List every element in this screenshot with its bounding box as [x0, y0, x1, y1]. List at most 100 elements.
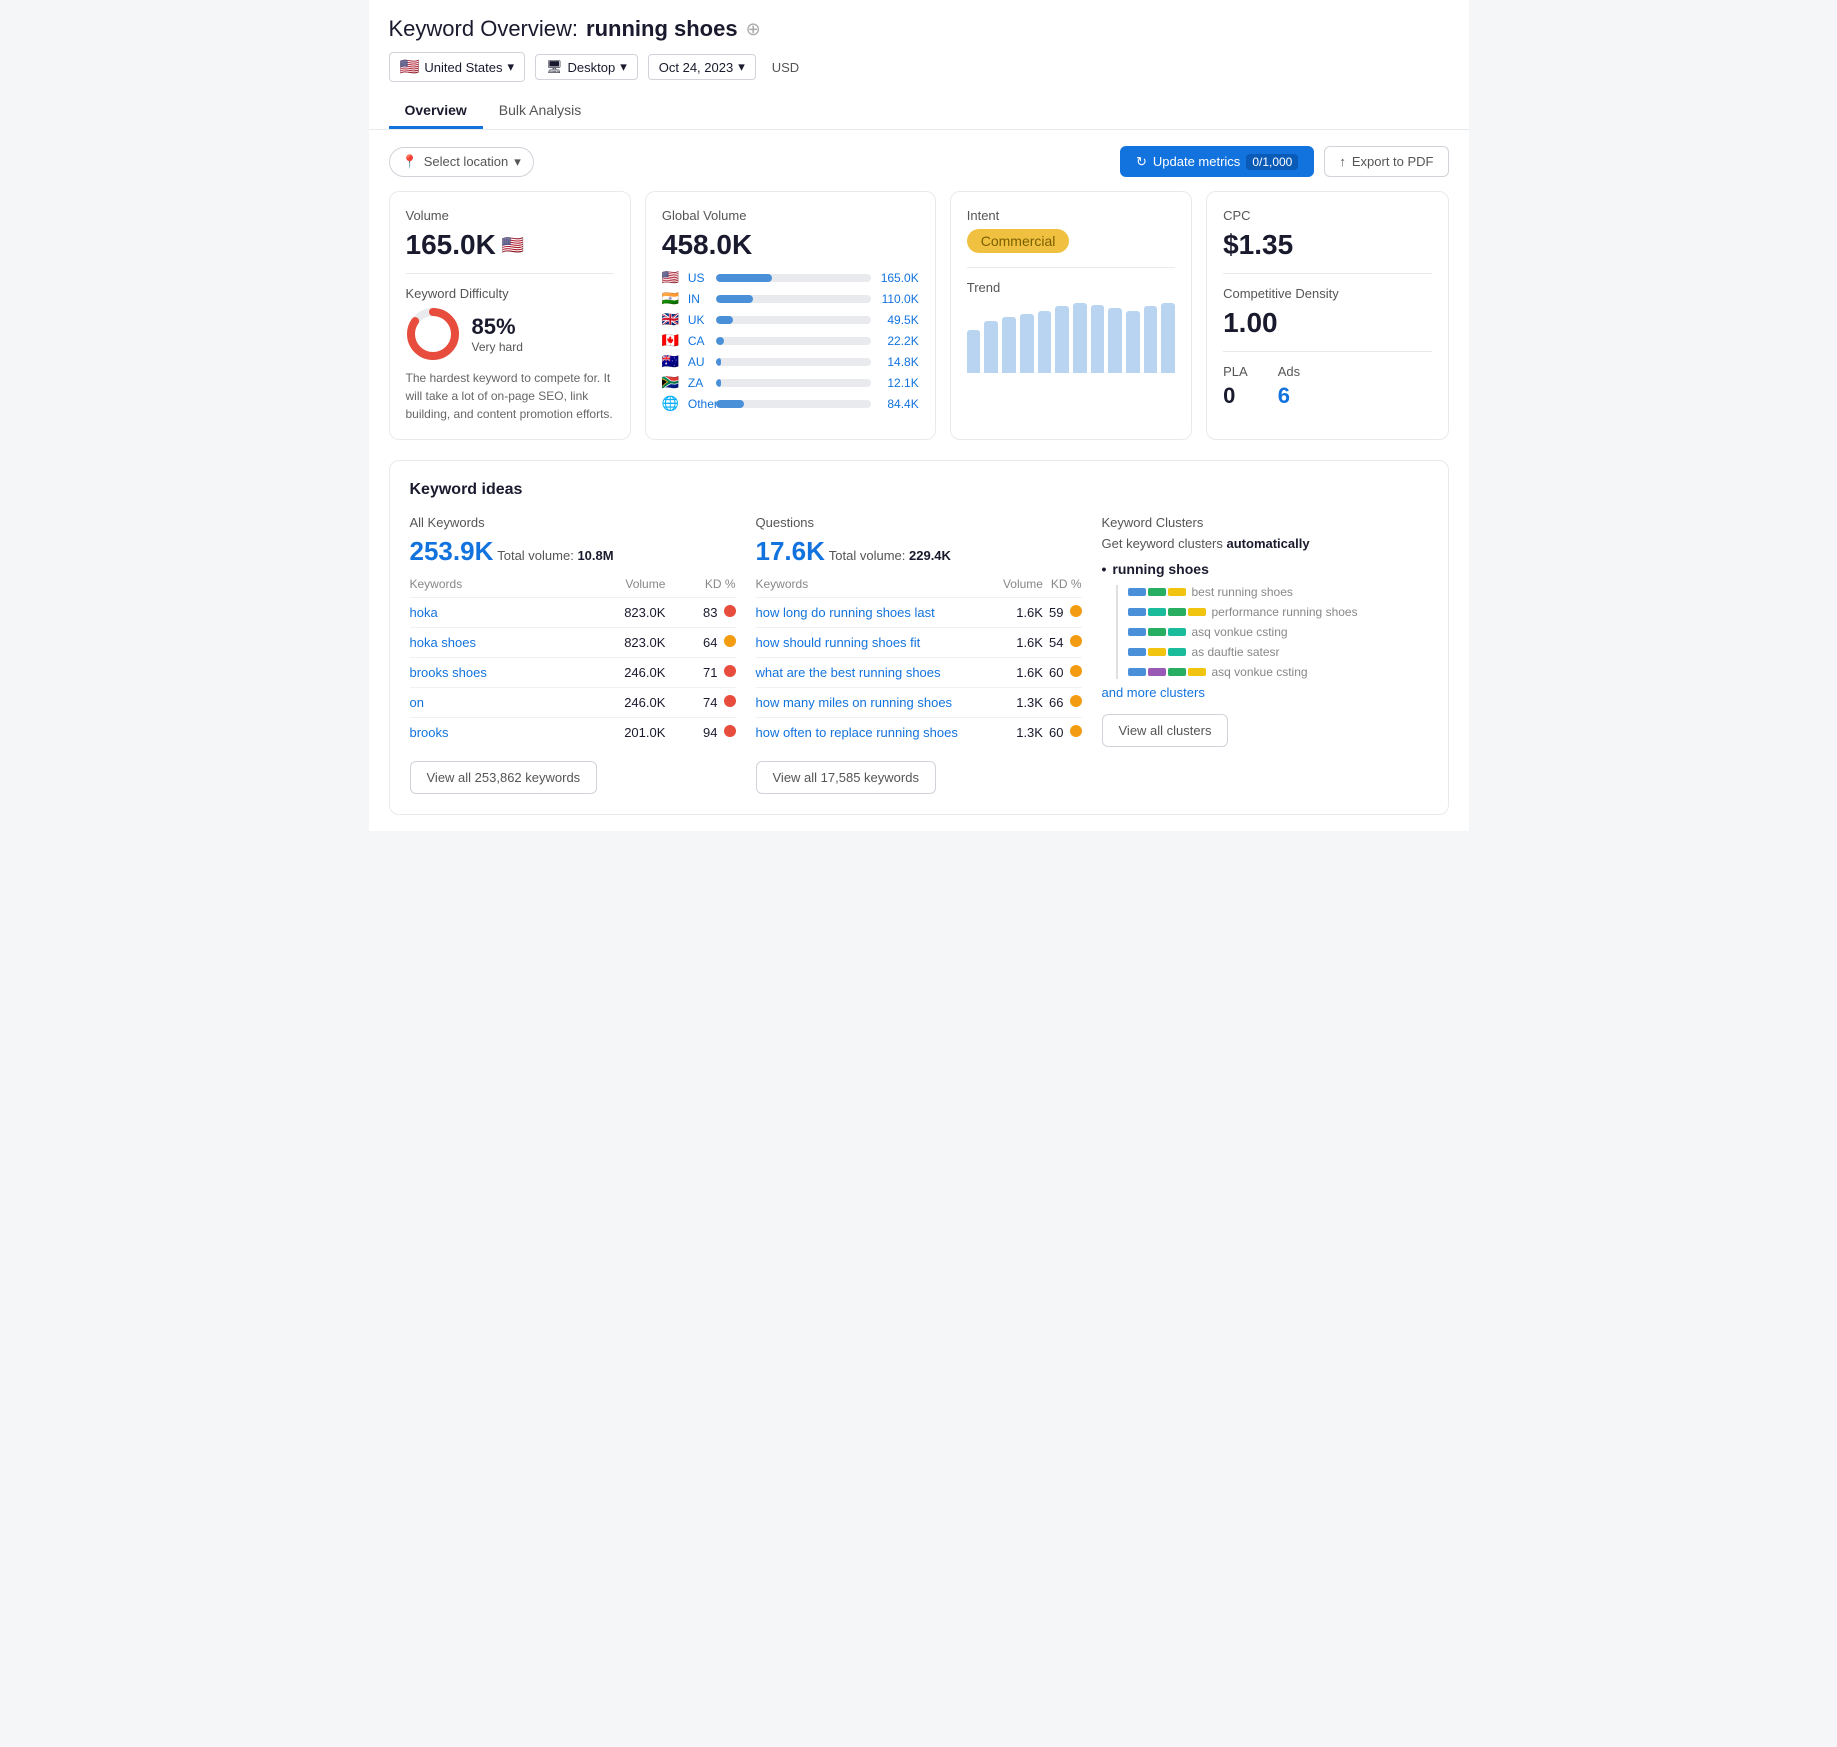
gv-country: Other — [688, 397, 710, 411]
q-volume: 1.6K — [996, 628, 1043, 658]
cluster-name: asq vonkue csting — [1192, 625, 1288, 639]
q-kd: 60 — [1043, 718, 1082, 748]
list-item: as dauftie satesr — [1128, 645, 1428, 659]
cluster-name: best running shoes — [1192, 585, 1293, 599]
kw-keyword[interactable]: hoka shoes — [410, 628, 577, 658]
cluster-name: asq vonkue csting — [1212, 665, 1308, 679]
gv-bar-bg — [716, 274, 871, 282]
date-value: Oct 24, 2023 — [659, 60, 733, 75]
gv-num: 84.4K — [877, 397, 919, 411]
tab-overview[interactable]: Overview — [389, 94, 483, 129]
cluster-bar — [1148, 588, 1166, 596]
q-volume: 1.6K — [996, 658, 1043, 688]
questions-total: Total volume: 229.4K — [829, 548, 951, 563]
gv-bar-bg — [716, 400, 871, 408]
country-flag: 🇺🇸 — [400, 57, 420, 77]
gv-flag: 🇮🇳 — [662, 290, 682, 307]
kw-keyword[interactable]: brooks — [410, 718, 577, 748]
kw-keyword[interactable]: hoka — [410, 598, 577, 628]
date-chevron-icon: ▾ — [738, 59, 745, 75]
table-row: how should running shoes fit 1.6K 54 — [756, 628, 1082, 658]
export-pdf-button[interactable]: ↑ Export to PDF — [1324, 146, 1448, 177]
country-filter[interactable]: 🇺🇸 United States ▾ — [389, 52, 526, 82]
kw-kd: 83 — [665, 598, 735, 628]
volume-card: Volume 165.0K 🇺🇸 Keyword Difficulty — [389, 191, 631, 440]
view-all-keywords-button[interactable]: View all 253,862 keywords — [410, 761, 598, 794]
cluster-bars — [1128, 588, 1186, 596]
gv-flag: 🌐 — [662, 395, 682, 412]
col-header-keywords: Keywords — [410, 577, 577, 598]
table-row: how often to replace running shoes 1.3K … — [756, 718, 1082, 748]
cd-value: 1.00 — [1223, 307, 1431, 339]
select-location-button[interactable]: 📍 Select location ▾ — [389, 147, 534, 177]
q-volume: 1.3K — [996, 688, 1043, 718]
pla-label: PLA — [1223, 364, 1248, 379]
all-keywords-label: All Keywords — [410, 515, 736, 530]
table-row: brooks shoes 246.0K 71 — [410, 658, 736, 688]
kd-difficulty-label: Very hard — [472, 340, 523, 354]
q-keyword[interactable]: how many miles on running shoes — [756, 688, 996, 718]
kd-donut — [406, 307, 460, 361]
gv-bar-fill — [716, 400, 744, 408]
all-keywords-count: 253.9K — [410, 536, 494, 566]
date-filter[interactable]: Oct 24, 2023 ▾ — [648, 54, 756, 80]
device-filter[interactable]: 🖥 Desktop ▾ — [535, 54, 638, 80]
pla-ads-row: PLA 0 Ads 6 — [1223, 364, 1431, 409]
ads-label: Ads — [1278, 364, 1300, 379]
trend-bar — [1108, 308, 1122, 373]
q-keyword[interactable]: how often to replace running shoes — [756, 718, 996, 748]
main-tabs: Overview Bulk Analysis — [389, 94, 1449, 129]
cluster-bar — [1168, 628, 1186, 636]
cpc-card: CPC $1.35 Competitive Density 1.00 PLA 0… — [1206, 191, 1448, 440]
cluster-bar — [1168, 668, 1186, 676]
gv-bar-fill — [716, 274, 772, 282]
gv-num: 110.0K — [877, 292, 919, 306]
gv-bar-fill — [716, 379, 721, 387]
kw-keyword[interactable]: brooks shoes — [410, 658, 577, 688]
kw-keyword[interactable]: on — [410, 688, 577, 718]
q-keyword[interactable]: how should running shoes fit — [756, 628, 996, 658]
q-keyword[interactable]: what are the best running shoes — [756, 658, 996, 688]
view-all-clusters-button[interactable]: View all clusters — [1102, 714, 1229, 747]
gv-flag: 🇺🇸 — [662, 269, 682, 286]
kd-section: 85% Very hard — [406, 307, 614, 361]
trend-bar — [1091, 305, 1105, 373]
gv-flag: 🇿🇦 — [662, 374, 682, 391]
cluster-bar — [1168, 648, 1186, 656]
location-pin-icon: 📍 — [402, 154, 418, 170]
all-keywords-total: Total volume: 10.8M — [497, 548, 613, 563]
q-kd: 60 — [1043, 658, 1082, 688]
q-keyword[interactable]: how long do running shoes last — [756, 598, 996, 628]
cd-label: Competitive Density — [1223, 286, 1431, 301]
gv-num: 12.1K — [877, 376, 919, 390]
table-row: brooks 201.0K 94 — [410, 718, 736, 748]
gv-bar-bg — [716, 379, 871, 387]
keyword-ideas-section: Keyword ideas All Keywords 253.9K Total … — [389, 460, 1449, 815]
keyword-ideas-title: Keyword ideas — [410, 481, 1428, 499]
page-title-keyword: running shoes — [586, 16, 738, 42]
global-volume-row: 🇮🇳 IN 110.0K — [662, 290, 919, 307]
trend-bar — [1055, 306, 1069, 373]
cluster-root-keyword: running shoes — [1102, 561, 1428, 577]
add-keyword-icon[interactable]: ⊕ — [746, 19, 761, 40]
all-keywords-table: Keywords Volume KD % hoka 823.0K 83 hoka… — [410, 577, 736, 747]
view-all-questions-button[interactable]: View all 17,585 keywords — [756, 761, 936, 794]
intent-label: Intent — [967, 208, 1175, 223]
clusters-sub: Get keyword clusters automatically — [1102, 536, 1428, 551]
trend-bar — [1002, 317, 1016, 373]
kw-volume: 201.0K — [576, 718, 665, 748]
table-row: on 246.0K 74 — [410, 688, 736, 718]
col-header-kd: KD % — [665, 577, 735, 598]
update-metrics-button[interactable]: ↻ Update metrics 0/1,000 — [1120, 146, 1314, 177]
device-icon: 🖥 — [546, 59, 563, 75]
toolbar: 📍 Select location ▾ ↻ Update metrics 0/1… — [389, 146, 1449, 177]
intent-badge: Commercial — [967, 229, 1070, 253]
cluster-bar — [1148, 628, 1166, 636]
trend-bar — [1073, 303, 1087, 373]
cluster-bars — [1128, 628, 1186, 636]
more-clusters-link[interactable]: and more clusters — [1102, 685, 1428, 700]
tab-bulk-analysis[interactable]: Bulk Analysis — [483, 94, 597, 129]
gv-country: UK — [688, 313, 710, 327]
clusters-col: Keyword Clusters Get keyword clusters au… — [1102, 515, 1428, 794]
update-metrics-label: Update metrics — [1153, 154, 1240, 169]
